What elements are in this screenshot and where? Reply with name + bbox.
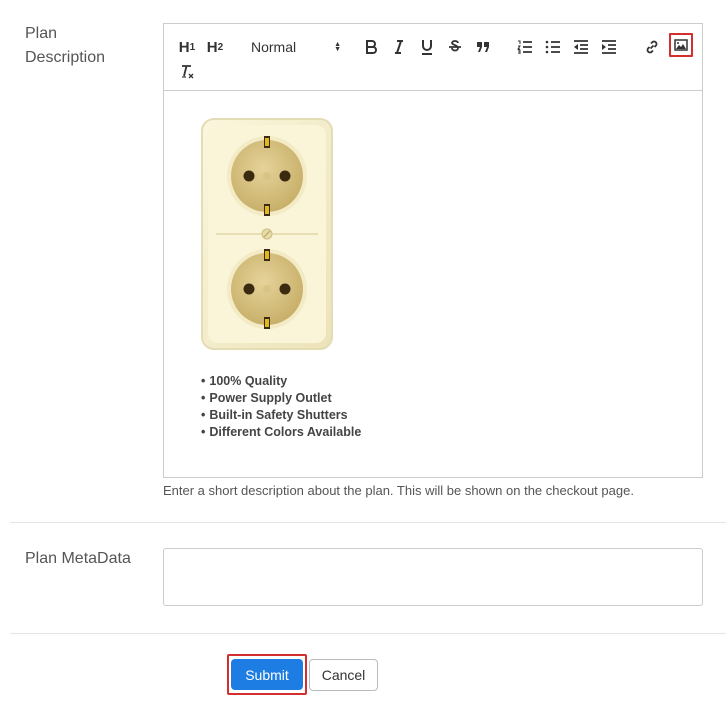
rich-text-editor[interactable]: H1 H2 Normal ▲ ▼ • 100% Quality • Power …: [163, 23, 703, 478]
heading-2-button[interactable]: H2: [204, 36, 226, 58]
plan-metadata-field[interactable]: [163, 548, 703, 606]
italic-icon: [395, 40, 403, 54]
heading-2-sub: 2: [217, 41, 224, 53]
list-item: Different Colors Available: [201, 424, 361, 441]
select-arrows-icon: ▲ ▼: [334, 41, 341, 53]
bold-button[interactable]: [360, 36, 382, 58]
indent-icon: [602, 40, 616, 54]
power-outlet-image: [201, 118, 333, 350]
heading-1-button[interactable]: H1: [176, 36, 198, 58]
submit-button[interactable]: Submit: [231, 659, 303, 690]
heading-1-label: H: [178, 38, 190, 56]
feature-list: 100% Quality Power Supply Outlet Built-i…: [201, 373, 361, 441]
heading-2-label: H: [206, 38, 218, 56]
ordered-list-button[interactable]: [514, 36, 536, 58]
editor-toolbar: H1 H2 Normal ▲ ▼: [164, 24, 702, 91]
italic-button[interactable]: [388, 36, 410, 58]
clear-format-icon: [182, 65, 194, 79]
bold-icon: [366, 40, 377, 54]
bullet-list-button[interactable]: [542, 36, 564, 58]
plan-description-label: Plan Description: [25, 25, 106, 66]
font-size-value: Normal: [251, 39, 297, 55]
list-item: 100% Quality: [201, 373, 361, 390]
heading-1-sub: 1: [189, 41, 196, 53]
plan-metadata-label: Plan MetaData: [25, 550, 131, 567]
list-item: Power Supply Outlet: [201, 390, 361, 407]
section-divider: [10, 522, 726, 523]
blockquote-button[interactable]: [472, 36, 494, 58]
cancel-button[interactable]: Cancel: [309, 659, 378, 691]
strikethrough-button[interactable]: [444, 36, 466, 58]
section-divider: [10, 633, 726, 634]
list-item: Built-in Safety Shutters: [201, 407, 361, 424]
link-icon: [646, 40, 658, 54]
font-size-select[interactable]: Normal ▲ ▼: [251, 36, 341, 58]
description-help-text: Enter a short description about the plan…: [163, 483, 634, 498]
outdent-button[interactable]: [570, 36, 592, 58]
bullet-list-icon: [545, 40, 560, 54]
image-icon: [674, 39, 688, 51]
submit-highlight: Submit: [227, 654, 307, 695]
quote-icon: [477, 42, 489, 52]
underline-button[interactable]: [416, 36, 438, 58]
outdent-icon: [574, 40, 588, 54]
clear-format-button[interactable]: [176, 61, 198, 83]
underline-icon: [422, 40, 432, 55]
link-button[interactable]: [641, 36, 663, 58]
editor-content[interactable]: 100% Quality Power Supply Outlet Built-i…: [164, 92, 702, 477]
strikethrough-icon: [449, 40, 461, 52]
indent-button[interactable]: [598, 36, 620, 58]
insert-image-button[interactable]: [669, 33, 693, 57]
ordered-list-icon: [517, 40, 532, 54]
